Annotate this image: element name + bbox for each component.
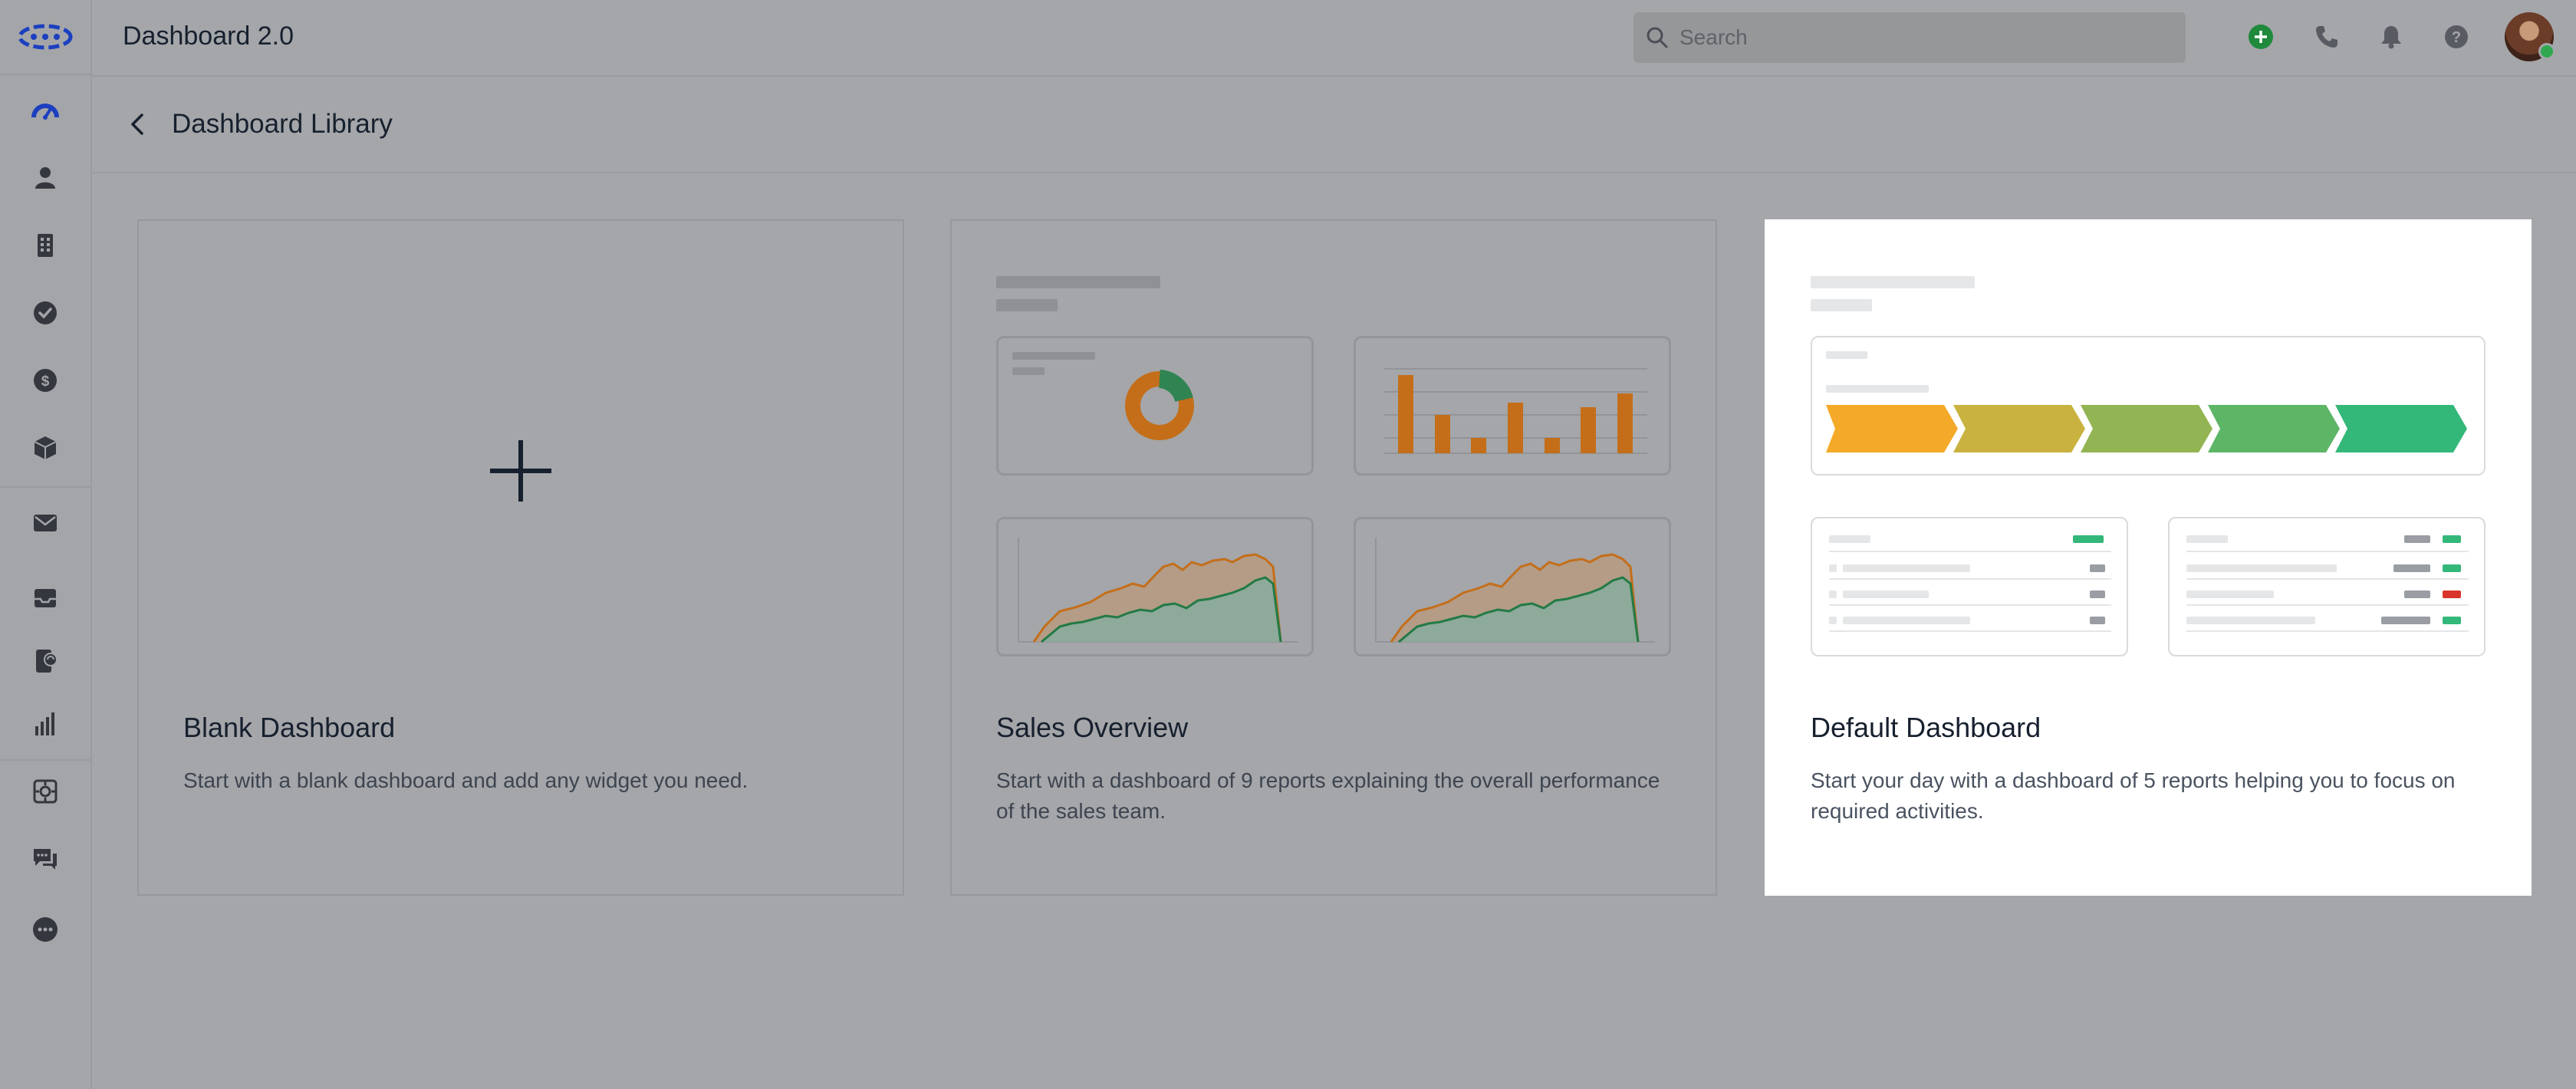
card-title: Default Dashboard [1811, 712, 2041, 743]
search-box[interactable] [1633, 12, 2186, 63]
sidebar-divider [0, 74, 90, 75]
svg-text:?: ? [2452, 29, 2461, 46]
notifications-button[interactable] [2376, 21, 2407, 52]
funnel-chart-thumbnail [1811, 336, 2486, 475]
more-icon [33, 917, 58, 942]
phone-log-icon [36, 650, 58, 673]
phone-button[interactable] [2311, 21, 2342, 52]
sidebar-item-more[interactable] [0, 896, 90, 963]
card-title: Blank Dashboard [183, 712, 396, 743]
sidebar-item-accounts[interactable] [0, 212, 90, 279]
app-title: Dashboard 2.0 [123, 21, 294, 51]
donut-chart-thumbnail [996, 336, 1314, 475]
card-title: Sales Overview [996, 712, 1189, 743]
sales-overview-card[interactable]: Sales Overview Start with a dashboard of… [950, 219, 1717, 896]
sidebar-item-deals[interactable]: $ [0, 347, 90, 414]
card-description: Start with a dashboard of 9 reports expl… [996, 768, 1660, 823]
user-avatar[interactable] [2505, 12, 2555, 61]
sidebar-item-reports[interactable] [0, 690, 90, 758]
area-chart-thumbnail [996, 517, 1314, 656]
table-thumbnail [2168, 517, 2486, 656]
help-icon: ? [2445, 25, 2468, 48]
chat-icon [34, 849, 57, 870]
inbox-icon [35, 589, 56, 607]
sidebar-item-contacts[interactable] [0, 144, 90, 212]
card-description: Start with a blank dashboard and add any… [183, 768, 748, 792]
search-input[interactable] [1678, 25, 2157, 51]
reports-icon [35, 712, 54, 735]
accounts-icon [38, 234, 53, 257]
sidebar-divider [0, 486, 90, 488]
search-icon [1647, 27, 1668, 48]
page-title: Dashboard Library [172, 109, 393, 139]
products-icon [34, 436, 57, 459]
chevron-left-icon [131, 114, 143, 135]
sidebar: $ [0, 0, 92, 1089]
svg-text:$: $ [41, 373, 50, 390]
bell-icon [2381, 26, 2401, 49]
blank-dashboard-card[interactable]: Blank Dashboard Start with a blank dashb… [137, 219, 904, 896]
automation-icon [33, 779, 58, 804]
app-logo[interactable] [17, 20, 74, 54]
email-icon [34, 515, 57, 531]
top-bar: Dashboard 2.0 ? [92, 0, 2576, 77]
dashboard-icon [31, 104, 59, 120]
sales-overview-preview [996, 276, 1671, 675]
area-chart-thumbnail [1354, 517, 1671, 656]
deals-icon: $ [34, 369, 57, 392]
phone-icon [2316, 26, 2337, 48]
bar-chart-thumbnail [1354, 336, 1671, 475]
back-button[interactable] [123, 109, 153, 140]
contacts-icon [35, 167, 55, 189]
add-button[interactable] [2245, 21, 2276, 52]
plus-icon [489, 439, 553, 503]
default-dashboard-card[interactable]: Default Dashboard Start your day with a … [1765, 219, 2532, 896]
sidebar-item-products[interactable] [0, 414, 90, 482]
help-button[interactable]: ? [2441, 21, 2472, 52]
tasks-icon [34, 301, 57, 324]
sidebar-item-tasks[interactable] [0, 279, 90, 347]
card-description: Start your day with a dashboard of 5 rep… [1811, 768, 2456, 823]
online-status-dot [2538, 43, 2555, 60]
add-icon [2249, 25, 2273, 49]
sidebar-item-phone-log[interactable] [0, 627, 90, 695]
sidebar-item-email[interactable] [0, 489, 90, 557]
sidebar-item-automation[interactable] [0, 758, 90, 825]
sidebar-item-dashboard[interactable] [0, 77, 90, 144]
default-dashboard-preview [1811, 276, 2486, 675]
table-thumbnail [1811, 517, 2128, 656]
page-header: Dashboard Library [92, 77, 2576, 173]
sidebar-item-chat[interactable] [0, 825, 90, 893]
sidebar-item-inbox[interactable] [0, 564, 90, 632]
